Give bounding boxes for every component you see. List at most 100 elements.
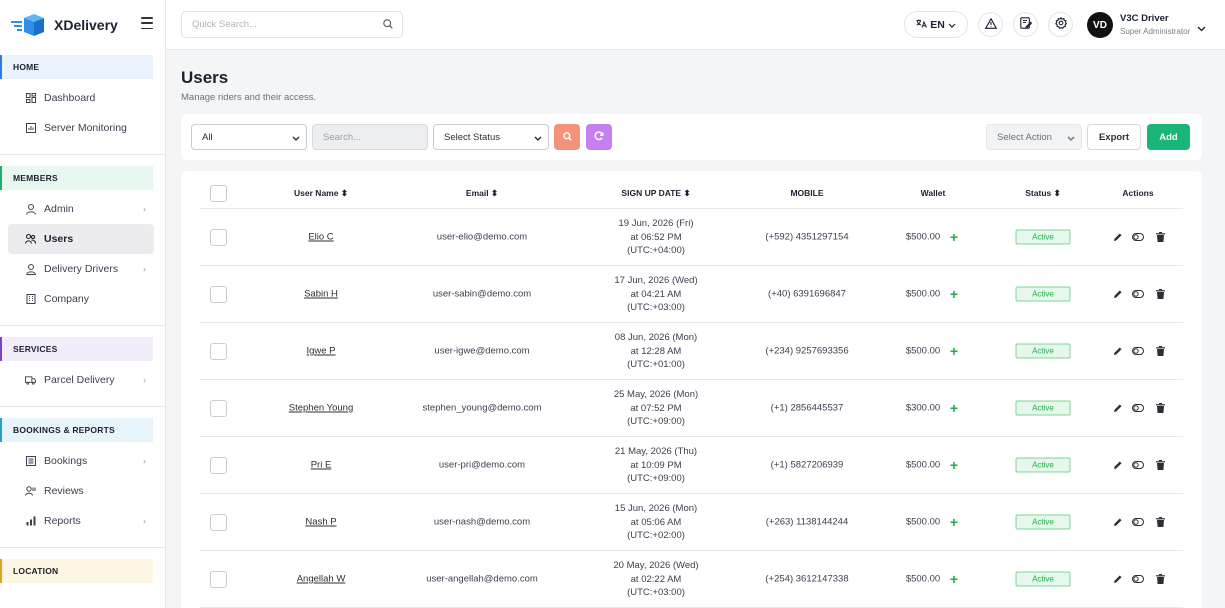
edit-icon[interactable] bbox=[1112, 516, 1124, 528]
wallet-balance: $500.00 bbox=[905, 459, 941, 471]
signup-date-time: at 07:52 PM bbox=[630, 402, 682, 414]
list-icon bbox=[25, 456, 36, 467]
refresh-icon bbox=[594, 128, 604, 146]
language-selector[interactable]: EN bbox=[904, 11, 968, 38]
status-select[interactable]: Select Status bbox=[433, 124, 549, 150]
quick-search-input[interactable]: Quick Search... bbox=[181, 11, 403, 38]
status-badge[interactable]: Active bbox=[1015, 286, 1071, 302]
edit-icon[interactable] bbox=[1112, 402, 1124, 414]
chevron-down-icon[interactable] bbox=[1197, 19, 1206, 37]
sidebar-item-users[interactable]: Users bbox=[8, 224, 154, 254]
edit-icon[interactable] bbox=[1112, 288, 1124, 300]
delete-icon[interactable] bbox=[1154, 402, 1166, 414]
row-checkbox[interactable] bbox=[210, 457, 227, 474]
user-name-link[interactable]: Pri E bbox=[311, 460, 332, 471]
user-name-link[interactable]: Stephen Young bbox=[289, 403, 353, 414]
edit-note-icon bbox=[1019, 16, 1032, 34]
row-checkbox[interactable] bbox=[210, 400, 227, 417]
sidebar-item-reports[interactable]: Reports › bbox=[8, 506, 154, 536]
reset-button[interactable] bbox=[586, 124, 612, 150]
edit-icon[interactable] bbox=[1112, 459, 1124, 471]
add-wallet-icon[interactable]: + bbox=[950, 571, 958, 587]
add-wallet-icon[interactable]: + bbox=[950, 457, 958, 473]
toggle-icon[interactable] bbox=[1132, 402, 1144, 414]
delete-icon[interactable] bbox=[1154, 459, 1166, 471]
user-name[interactable]: V3C Driver bbox=[1120, 13, 1169, 24]
hamburger-menu-icon[interactable] bbox=[141, 17, 153, 29]
add-wallet-icon[interactable]: + bbox=[950, 286, 958, 302]
sidebar-item-parcel-delivery[interactable]: Parcel Delivery › bbox=[8, 365, 154, 395]
row-checkbox[interactable] bbox=[210, 571, 227, 588]
row-checkbox[interactable] bbox=[210, 286, 227, 303]
sidebar-item-server-monitoring[interactable]: Server Monitoring bbox=[8, 113, 154, 143]
row-checkbox[interactable] bbox=[210, 514, 227, 531]
search-input[interactable]: Search... bbox=[312, 124, 428, 150]
toggle-icon[interactable] bbox=[1132, 345, 1144, 357]
status-badge[interactable]: Active bbox=[1015, 400, 1071, 416]
notes-button[interactable] bbox=[1013, 12, 1038, 37]
status-badge[interactable]: Active bbox=[1015, 514, 1071, 530]
user-name-link[interactable]: Angellah W bbox=[297, 574, 346, 585]
delete-icon[interactable] bbox=[1154, 573, 1166, 585]
status-badge[interactable]: Active bbox=[1015, 457, 1071, 473]
toggle-icon[interactable] bbox=[1132, 516, 1144, 528]
user-name-link[interactable]: Nash P bbox=[305, 517, 336, 528]
toggle-icon[interactable] bbox=[1132, 459, 1144, 471]
edit-icon[interactable] bbox=[1112, 345, 1124, 357]
delete-icon[interactable] bbox=[1154, 345, 1166, 357]
chevron-down-icon bbox=[292, 133, 300, 144]
delete-icon[interactable] bbox=[1154, 516, 1166, 528]
export-button[interactable]: Export bbox=[1087, 124, 1141, 150]
row-checkbox[interactable] bbox=[210, 343, 227, 360]
toggle-icon[interactable] bbox=[1132, 231, 1144, 243]
user-email: user-pri@demo.com bbox=[438, 459, 526, 471]
add-wallet-icon[interactable]: + bbox=[950, 229, 958, 245]
settings-button[interactable] bbox=[1048, 12, 1073, 37]
delete-icon[interactable] bbox=[1154, 288, 1166, 300]
sidebar-item-admin[interactable]: Admin › bbox=[8, 194, 154, 224]
sidebar-item-dashboard[interactable]: Dashboard bbox=[8, 83, 154, 113]
column-header-status[interactable]: Status ⬍ bbox=[1025, 188, 1060, 199]
add-wallet-icon[interactable]: + bbox=[950, 343, 958, 359]
row-checkbox[interactable] bbox=[210, 229, 227, 246]
user-name-link[interactable]: Sabin H bbox=[304, 289, 338, 300]
add-user-button[interactable]: Add bbox=[1147, 124, 1190, 150]
search-button[interactable] bbox=[554, 124, 580, 150]
edit-icon[interactable] bbox=[1112, 231, 1124, 243]
sidebar-item-company[interactable]: Company bbox=[8, 284, 154, 314]
box-logo-icon bbox=[10, 13, 50, 37]
sidebar: XDelivery HOME Dashboard Server Monitori… bbox=[0, 0, 166, 608]
add-wallet-icon[interactable]: + bbox=[950, 400, 958, 416]
type-select[interactable]: All bbox=[191, 124, 307, 150]
brand[interactable]: XDelivery bbox=[0, 0, 165, 50]
status-badge[interactable]: Active bbox=[1015, 571, 1071, 587]
toggle-icon[interactable] bbox=[1132, 573, 1144, 585]
delete-icon[interactable] bbox=[1154, 231, 1166, 243]
edit-icon[interactable] bbox=[1112, 573, 1124, 585]
sidebar-item-bookings[interactable]: Bookings › bbox=[8, 446, 154, 476]
signup-date-timezone: (UTC:+09:00) bbox=[627, 415, 685, 427]
status-badge[interactable]: Active bbox=[1015, 229, 1071, 245]
column-header-signup-date[interactable]: SIGN UP DATE ⬍ bbox=[621, 188, 690, 199]
bulk-action-select[interactable]: Select Action bbox=[986, 124, 1082, 150]
toggle-icon[interactable] bbox=[1132, 288, 1144, 300]
signup-date-day: 21 May, 2026 (Thu) bbox=[614, 445, 698, 457]
user-mobile: (+592) 4351297154 bbox=[765, 231, 849, 243]
status-badge[interactable]: Active bbox=[1015, 343, 1071, 359]
page-title: Users bbox=[181, 68, 229, 87]
signup-date-timezone: (UTC:+09:00) bbox=[627, 472, 685, 484]
user-name-link[interactable]: Elio C bbox=[308, 232, 333, 243]
add-wallet-icon[interactable]: + bbox=[950, 514, 958, 530]
avatar[interactable]: VD bbox=[1087, 12, 1113, 38]
alert-button[interactable] bbox=[978, 12, 1003, 37]
select-all-checkbox[interactable] bbox=[210, 185, 227, 202]
sidebar-item-delivery-drivers[interactable]: Delivery Drivers › bbox=[8, 254, 154, 284]
user-email: stephen_young@demo.com bbox=[422, 402, 542, 414]
search-icon[interactable] bbox=[383, 19, 393, 32]
column-header-email[interactable]: Email ⬍ bbox=[466, 188, 498, 199]
user-name-link[interactable]: Igwe P bbox=[306, 346, 335, 357]
bar-chart-icon bbox=[25, 516, 36, 527]
column-header-user-name[interactable]: User Name ⬍ bbox=[294, 188, 348, 199]
driver-icon bbox=[25, 263, 36, 275]
sidebar-item-reviews[interactable]: Reviews bbox=[8, 476, 154, 506]
